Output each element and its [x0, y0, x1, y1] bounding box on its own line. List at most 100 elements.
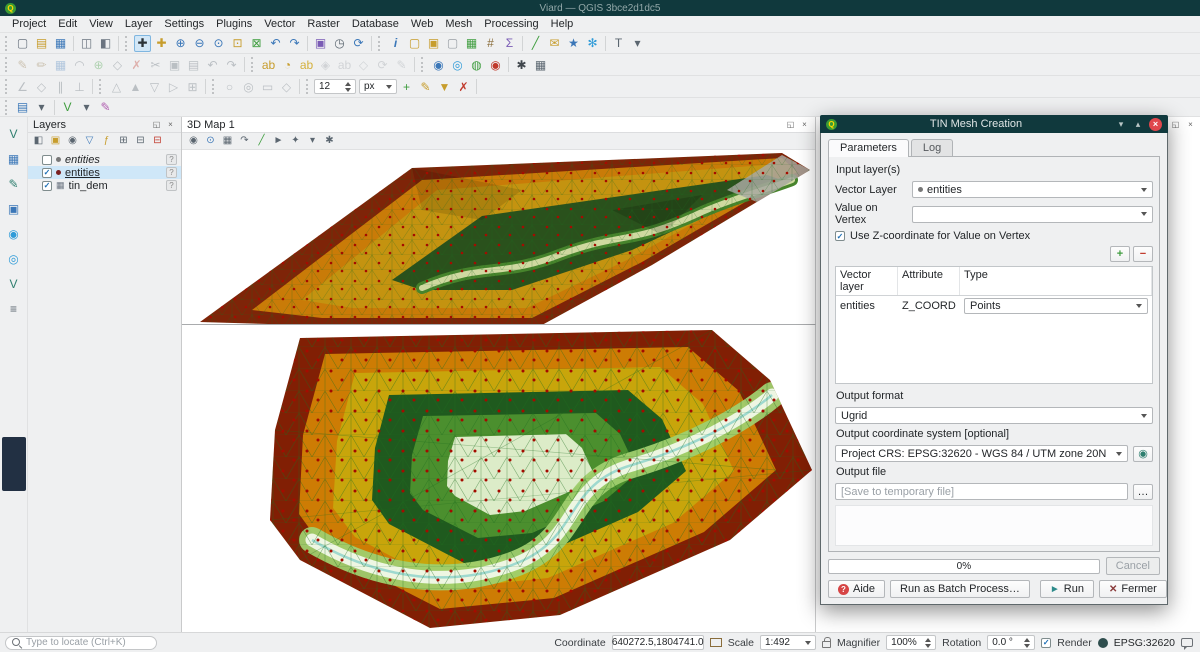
mesh-reindex-icon[interactable]: ⊞: [184, 78, 201, 95]
close-button[interactable]: ✕ Fermer: [1099, 580, 1167, 598]
menu-processing[interactable]: Processing: [478, 16, 544, 33]
annotation-style-icon[interactable]: ▼: [436, 78, 453, 95]
toggle-editing-icon[interactable]: ✏: [33, 56, 50, 73]
deselect-features-icon[interactable]: ▢: [444, 35, 461, 52]
zoom-to-layer-icon[interactable]: ⊠: [248, 35, 265, 52]
edit-annotation-icon[interactable]: ✎: [417, 78, 434, 95]
run-button[interactable]: ► Run: [1040, 580, 1094, 598]
shape-rectangle-icon[interactable]: ▭: [259, 78, 276, 95]
remove-layer-icon[interactable]: ⊟: [150, 134, 165, 149]
paste-features-icon[interactable]: ▤: [185, 56, 202, 73]
mesh-select-vertices-icon[interactable]: ▲: [127, 78, 144, 95]
open-attribute-table-icon[interactable]: ▦: [463, 35, 480, 52]
rotation-spinbox[interactable]: 0.0 °: [987, 635, 1035, 650]
magnifier-spinbox[interactable]: 100%: [886, 635, 936, 650]
select-by-expression-icon[interactable]: ▣: [425, 35, 442, 52]
unit-dropdown[interactable]: px: [359, 79, 397, 94]
right-dock-close-icon[interactable]: ×: [1185, 119, 1196, 130]
layer-labeling-icon[interactable]: ab: [260, 56, 277, 73]
pan-map-icon[interactable]: ✚: [134, 35, 151, 52]
enable-advanced-digitizing-icon[interactable]: ∠: [14, 78, 31, 95]
zoom-full-icon[interactable]: ⊙: [210, 35, 227, 52]
current-edits-icon[interactable]: ✎: [14, 56, 31, 73]
locate-search-input[interactable]: Type to locate (Ctrl+K): [5, 636, 157, 650]
cut-features-icon[interactable]: ✂: [147, 56, 164, 73]
add-feature-icon[interactable]: ⊕: [90, 56, 107, 73]
map3d-canvas[interactable]: [182, 150, 815, 324]
move-label-icon[interactable]: ◇: [355, 56, 372, 73]
zoom-full-3d-icon[interactable]: ⊙: [203, 134, 218, 149]
map3d-header[interactable]: 3D Map 1 ◱ ×: [182, 117, 815, 133]
map-canvas[interactable]: [182, 325, 816, 632]
menu-raster[interactable]: Raster: [301, 16, 345, 33]
shape-regular-polygon-icon[interactable]: ◇: [278, 78, 295, 95]
advanced-digitizing-panel-icon[interactable]: V: [5, 125, 22, 142]
extents-icon[interactable]: [710, 638, 722, 647]
camera-control-icon[interactable]: ◉: [186, 134, 201, 149]
measure-line-icon[interactable]: ╱: [527, 35, 544, 52]
table-row[interactable]: entities Z_COORD Points: [836, 296, 1152, 316]
checkerboard-icon[interactable]: ▦: [532, 56, 549, 73]
zoom-last-icon[interactable]: ↶: [267, 35, 284, 52]
layers-panel-header[interactable]: Layers ◱ ×: [28, 117, 181, 133]
open-project-icon[interactable]: ▤: [33, 35, 50, 52]
new-project-icon[interactable]: ▢: [14, 35, 31, 52]
menu-vector[interactable]: Vector: [258, 16, 301, 33]
filter-by-expression-icon[interactable]: ƒ: [99, 134, 114, 149]
redo-icon[interactable]: ↷: [223, 56, 240, 73]
map3d-close-icon[interactable]: ×: [799, 119, 810, 130]
mesh-transform-icon[interactable]: ▷: [165, 78, 182, 95]
output-file-input[interactable]: [835, 483, 1128, 500]
identify-features-icon[interactable]: i: [387, 35, 404, 52]
menu-help[interactable]: Help: [545, 16, 580, 33]
shape-circle-icon[interactable]: ○: [221, 78, 238, 95]
menu-project[interactable]: Project: [6, 16, 52, 33]
vertex-tool-icon[interactable]: ◇: [109, 56, 126, 73]
menu-view[interactable]: View: [83, 16, 119, 33]
statistical-summary-icon[interactable]: Σ: [501, 35, 518, 52]
value-on-vertex-combobox[interactable]: [912, 206, 1153, 223]
zoom-to-selection-icon[interactable]: ⊡: [229, 35, 246, 52]
perpendicular-constraint-icon[interactable]: ⊥: [71, 78, 88, 95]
map-theme-icon[interactable]: ◎: [449, 56, 466, 73]
parallel-constraint-icon[interactable]: ∥: [52, 78, 69, 95]
layout-manager-icon[interactable]: ◧: [97, 35, 114, 52]
tile-scale-panel-icon[interactable]: ▣: [5, 200, 22, 217]
manage-map-themes-icon[interactable]: ◉: [65, 134, 80, 149]
effects-icon[interactable]: ✦: [288, 134, 303, 149]
output-crs-combobox[interactable]: Project CRS: EPSG:32620 - WGS 84 / UTM z…: [835, 445, 1128, 462]
data-source-caret[interactable]: ▾: [33, 99, 50, 116]
save-edits-icon[interactable]: ▦: [52, 56, 69, 73]
cancel-button[interactable]: Cancel: [1106, 557, 1160, 575]
font-size-spin-arrows[interactable]: [345, 82, 351, 92]
coordinate-box[interactable]: 640272.5,1804741.0: [612, 635, 704, 650]
dialog-close-icon[interactable]: ×: [1149, 118, 1162, 131]
tab-parameters[interactable]: Parameters: [828, 139, 909, 157]
expand-all-icon[interactable]: ⊞: [116, 134, 131, 149]
memory-layer-indicator-icon[interactable]: ?: [166, 154, 177, 165]
scale-lock-icon[interactable]: [822, 641, 831, 648]
layers-panel-close-icon[interactable]: ×: [165, 119, 176, 130]
data-source-manager-icon[interactable]: ▤: [14, 99, 31, 116]
new-vector-layer-icon[interactable]: V: [59, 99, 76, 116]
layer-visibility-checkbox[interactable]: [42, 168, 52, 178]
save-image-icon[interactable]: ▦: [220, 134, 235, 149]
render-checkbox[interactable]: [1041, 638, 1051, 648]
select-crs-button[interactable]: ◉: [1133, 446, 1153, 462]
digitize-shape-icon[interactable]: ✎: [5, 175, 22, 192]
delete-annotation-icon[interactable]: ✗: [455, 78, 472, 95]
menu-mesh[interactable]: Mesh: [439, 16, 478, 33]
vector-layer-combobox[interactable]: entities: [912, 181, 1153, 198]
menu-edit[interactable]: Edit: [52, 16, 83, 33]
type-combobox[interactable]: Points: [964, 298, 1148, 314]
menu-settings[interactable]: Settings: [158, 16, 210, 33]
output-format-combobox[interactable]: Ugrid: [835, 407, 1153, 424]
zoom-in-icon[interactable]: ⊕: [172, 35, 189, 52]
menu-plugins[interactable]: Plugins: [210, 16, 258, 33]
new-layer-caret[interactable]: ▾: [78, 99, 95, 116]
field-calculator-icon[interactable]: #: [482, 35, 499, 52]
crs-status-button[interactable]: EPSG:32620: [1114, 637, 1175, 649]
web-globe-icon[interactable]: ◎: [5, 250, 22, 267]
layer-visibility-checkbox[interactable]: [42, 181, 52, 191]
right-dock-float-icon[interactable]: ◱: [1170, 119, 1181, 130]
